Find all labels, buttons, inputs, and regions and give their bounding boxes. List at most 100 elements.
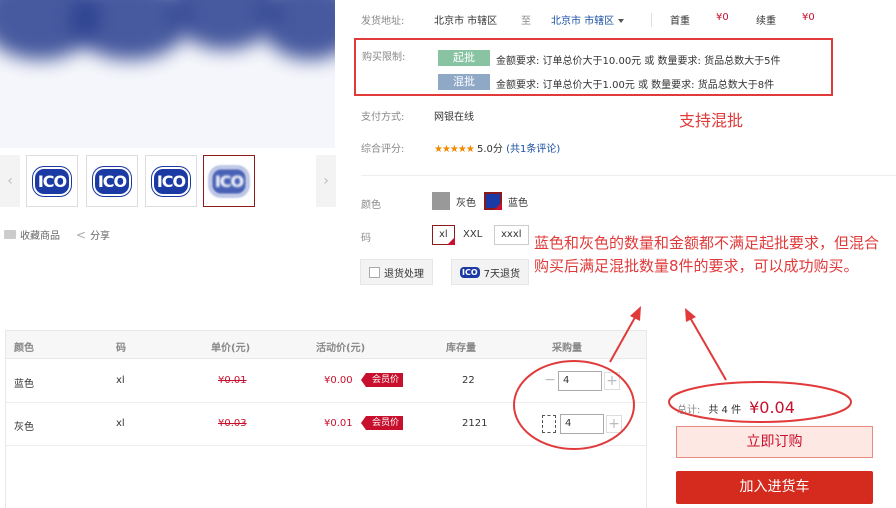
review-count-link[interactable]: (共1条评论) (506, 144, 560, 155)
quantity-input[interactable]: 4 (560, 414, 604, 434)
row-promo-price: ¥0.00 (324, 375, 353, 386)
divider (651, 13, 652, 27)
thumbnail-2[interactable]: ICO (86, 155, 138, 207)
return-handling-button[interactable]: 退货处理 (360, 259, 433, 285)
thumbnail-strip: ‹ ICO ICO ICO ICO › (0, 155, 336, 207)
thumbnail-4[interactable]: ICO (203, 155, 255, 207)
quantity-input[interactable]: 4 (558, 371, 602, 391)
color-option-blue[interactable]: 蓝色 (483, 191, 528, 211)
ico-logo: ICO (94, 168, 130, 194)
color-swatch-blue (483, 191, 503, 211)
size-label: 码 (361, 233, 371, 244)
chevron-down-icon (618, 19, 625, 23)
row-color: 蓝色 (14, 379, 34, 390)
star-rating-icon: ★★★★★ (434, 144, 475, 155)
plus-button[interactable]: + (604, 372, 620, 390)
ico-logo: ICO (153, 168, 189, 194)
table-row: 灰色 xl ¥0.03 ¥0.01 会员价 2121 4 + (6, 403, 646, 446)
check-corner-icon (494, 202, 502, 210)
rating-score: 5.0分 (477, 144, 503, 155)
table-row: 蓝色 xl ¥0.01 ¥0.00 会员价 22 − 4 + (6, 360, 646, 403)
payment-value: 网银在线 (434, 112, 474, 123)
total-line: 总计: 共 4 件 ¥0.04 (677, 398, 795, 417)
plus-button[interactable]: + (606, 415, 622, 433)
total-label: 总计: (677, 405, 701, 416)
shipping-label: 发货地址: (361, 16, 405, 27)
ico-logo-icon: ICO (460, 266, 480, 278)
row-stock: 2121 (462, 418, 488, 429)
folder-icon (4, 230, 16, 239)
arrow-head-left (630, 306, 641, 321)
header-promo-price: 活动价(元) (316, 343, 366, 354)
annotation-explanation: 蓝色和灰色的数量和金额都不满足起批要求，但混合购买后满足混批数量8件的要求，可以… (534, 234, 880, 275)
continued-weight-value: ¥0 (802, 12, 815, 23)
quantity-stepper: 4 + (542, 414, 622, 434)
header-color: 颜色 (14, 343, 34, 354)
share-icon: < (76, 227, 87, 242)
favorite-button[interactable]: 收藏商品 (4, 227, 60, 242)
color-name: 灰色 (456, 197, 476, 209)
color-label: 颜色 (361, 200, 381, 211)
row-unit-price: ¥0.01 (218, 375, 247, 386)
first-weight-value: ¥0 (716, 12, 729, 23)
row-color: 灰色 (14, 422, 34, 433)
row-size: xl (116, 375, 125, 386)
color-name: 蓝色 (508, 197, 528, 209)
first-weight-label: 首重 (670, 16, 690, 27)
arrow-head-right (685, 308, 696, 322)
shipping-row: 发货地址: 北京市 市辖区 至 北京市 市辖区 首重 ¥0 续重 ¥0 (361, 12, 896, 28)
row-unit-price: ¥0.03 (218, 418, 247, 429)
ico-logo: ICO (34, 168, 70, 194)
sku-table: 颜色 码 单价(元) 活动价(元) 库存量 采购量 蓝色 xl ¥0.01 ¥0… (5, 330, 647, 508)
continued-weight-label: 续重 (756, 16, 776, 27)
check-corner-icon (446, 237, 455, 245)
row-stock: 22 (462, 375, 475, 386)
size-option-xxl[interactable]: XXL (456, 225, 490, 245)
total-count: 共 4 件 (708, 405, 742, 416)
member-price-badge: 会员价 (360, 373, 404, 387)
seven-day-return-button[interactable]: ICO 7天退货 (451, 259, 530, 285)
main-product-image (0, 0, 335, 148)
member-price-badge: 会员价 (360, 416, 404, 430)
return-icon (369, 266, 380, 278)
size-option-xl[interactable]: xl (432, 225, 455, 245)
order-now-button[interactable]: 立即订购 (676, 426, 873, 458)
minus-button[interactable]: − (542, 371, 558, 391)
quantity-stepper: − 4 + (542, 371, 620, 391)
thumbnail-3[interactable]: ICO (145, 155, 197, 207)
share-label: 分享 (90, 231, 111, 242)
mixed-batch-tag: 混批 (438, 74, 490, 90)
header-quantity: 采购量 (552, 343, 582, 354)
size-name: XXL (463, 229, 483, 240)
payment-label: 支付方式: (361, 112, 405, 123)
ico-logo: ICO (211, 168, 247, 194)
size-option-xxxl[interactable]: xxxl (494, 225, 529, 245)
table-header: 颜色 码 单价(元) 活动价(元) 库存量 采购量 (6, 331, 646, 359)
share-button[interactable]: < 分享 (76, 227, 111, 243)
color-option-gray[interactable]: 灰色 (432, 192, 476, 210)
header-unit-price: 单价(元) (211, 343, 251, 354)
row-promo-price: ¥0.01 (324, 418, 353, 429)
shipping-to-value: 北京市 市辖区 (551, 16, 615, 27)
size-name: xxxl (501, 229, 522, 240)
favorite-label: 收藏商品 (20, 231, 60, 242)
divider (361, 175, 896, 176)
total-amount: ¥0.04 (749, 398, 795, 417)
thumbnail-1[interactable]: ICO (26, 155, 78, 207)
order-summary: 总计: 共 4 件 ¥0.04 立即订购 加入进货车 (647, 330, 896, 508)
add-to-cart-button[interactable]: 加入进货车 (676, 471, 873, 504)
purchase-limit-box: 购买限制: 起批 金额要求: 订单总价大于10.00元 或 数量要求: 货品总数… (354, 38, 833, 96)
minus-button[interactable] (542, 415, 556, 433)
thumb-prev-icon[interactable]: ‹ (0, 155, 20, 207)
header-stock: 库存量 (446, 343, 476, 354)
mixed-batch-rule: 金额要求: 订单总价大于1.00元 或 数量要求: 货品总数大于8件 (496, 80, 775, 91)
shipping-from: 北京市 市辖区 (434, 16, 498, 27)
shipping-to-select[interactable]: 北京市 市辖区 (551, 12, 625, 27)
header-size: 码 (116, 343, 126, 354)
favorite-share-row: 收藏商品 < 分享 (4, 227, 110, 242)
service-label: 退货处理 (384, 268, 424, 280)
thumb-next-icon[interactable]: › (316, 155, 336, 207)
color-swatch-gray (432, 192, 450, 210)
shipping-to-label: 至 (521, 16, 531, 27)
wholesale-min-tag: 起批 (438, 50, 490, 66)
